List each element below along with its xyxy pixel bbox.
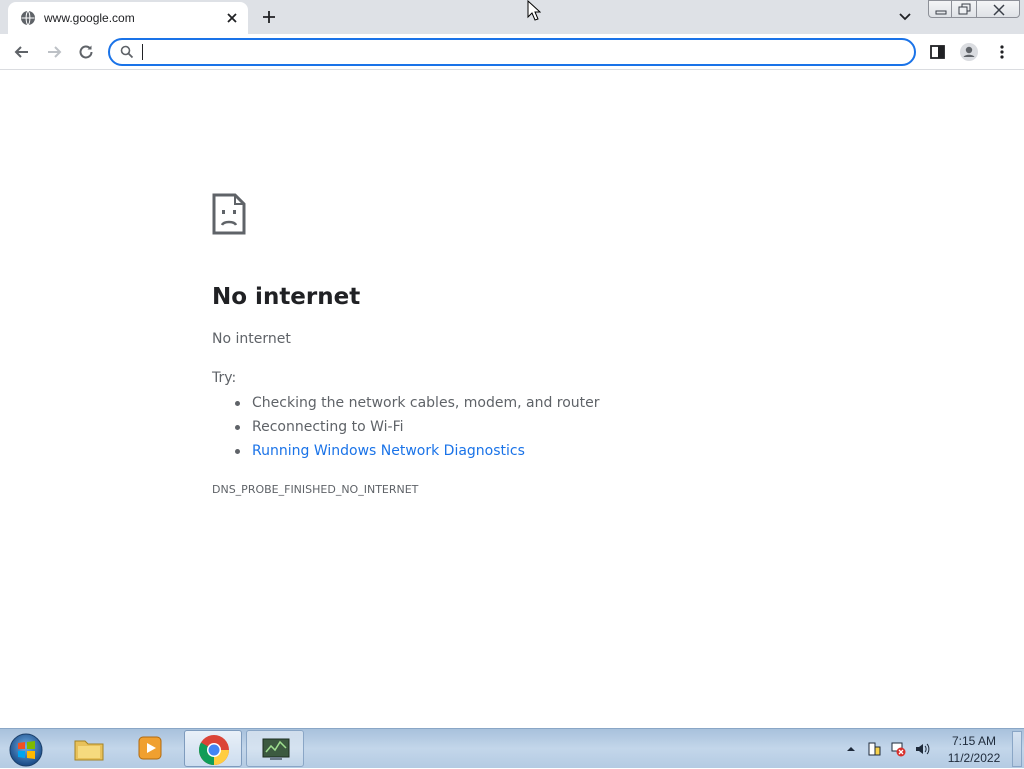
show-desktop-button[interactable] [1012,731,1022,767]
show-hidden-icons-icon[interactable] [843,741,859,757]
tab-title: www.google.com [44,11,135,25]
minimize-icon [935,10,947,15]
taskbar: 7:15 AM 11/2/2022 [0,728,1024,768]
suggestion-item: Checking the network cables, modem, and … [235,394,600,418]
sad-page-icon [212,193,246,235]
network-disconnected-icon[interactable] [890,741,906,757]
window-close-button[interactable] [976,0,1020,18]
suggestion-list: Checking the network cables, modem, and … [235,394,600,466]
file-explorer-icon [74,740,104,761]
address-input[interactable] [142,42,902,62]
restore-button[interactable] [951,0,977,18]
error-code: DNS_PROBE_FINISHED_NO_INTERNET [212,483,419,496]
globe-icon [21,10,35,26]
restore-icon [958,3,971,15]
error-subtitle: No internet [212,331,291,347]
address-bar[interactable] [108,38,916,66]
suggestion-item: Reconnecting to Wi-Fi [235,418,600,442]
start-button[interactable] [6,731,46,769]
chevron-down-icon[interactable] [895,8,915,26]
close-icon [993,4,1005,16]
taskbar-network-tool[interactable] [246,730,304,767]
browser-tab[interactable]: www.google.com [8,2,248,34]
taskbar-media-player[interactable] [122,730,180,767]
chrome-icon [198,735,229,765]
clock-time[interactable]: 7:15 AM [947,734,1001,748]
search-icon [120,45,134,59]
tab-strip: www.google.com [0,0,1024,34]
action-center-icon[interactable] [866,741,882,757]
media-player-icon [138,736,162,760]
taskbar-chrome[interactable] [184,730,242,767]
side-panel-icon[interactable] [928,42,948,62]
page-content: No internet No internet Try: Checking th… [0,71,1024,728]
network-tool-icon [262,738,290,760]
network-diagnostics-link[interactable]: Running Windows Network Diagnostics [235,442,600,466]
kebab-menu-icon[interactable] [992,42,1012,62]
reload-button[interactable] [76,42,96,62]
clock-date[interactable]: 11/2/2022 [945,751,1003,765]
minimize-button[interactable] [928,0,952,18]
new-tab-button[interactable] [258,6,280,28]
taskbar-file-explorer[interactable] [60,730,118,767]
text-caret [142,44,143,60]
mouse-cursor-icon [527,0,541,21]
browser-toolbar [0,34,1024,70]
volume-icon[interactable] [914,741,930,757]
profile-button[interactable] [959,42,979,62]
forward-button[interactable] [44,42,64,62]
try-label: Try: [212,370,237,386]
back-button[interactable] [12,42,32,62]
close-icon[interactable] [224,10,240,26]
error-title: No internet [212,284,361,310]
